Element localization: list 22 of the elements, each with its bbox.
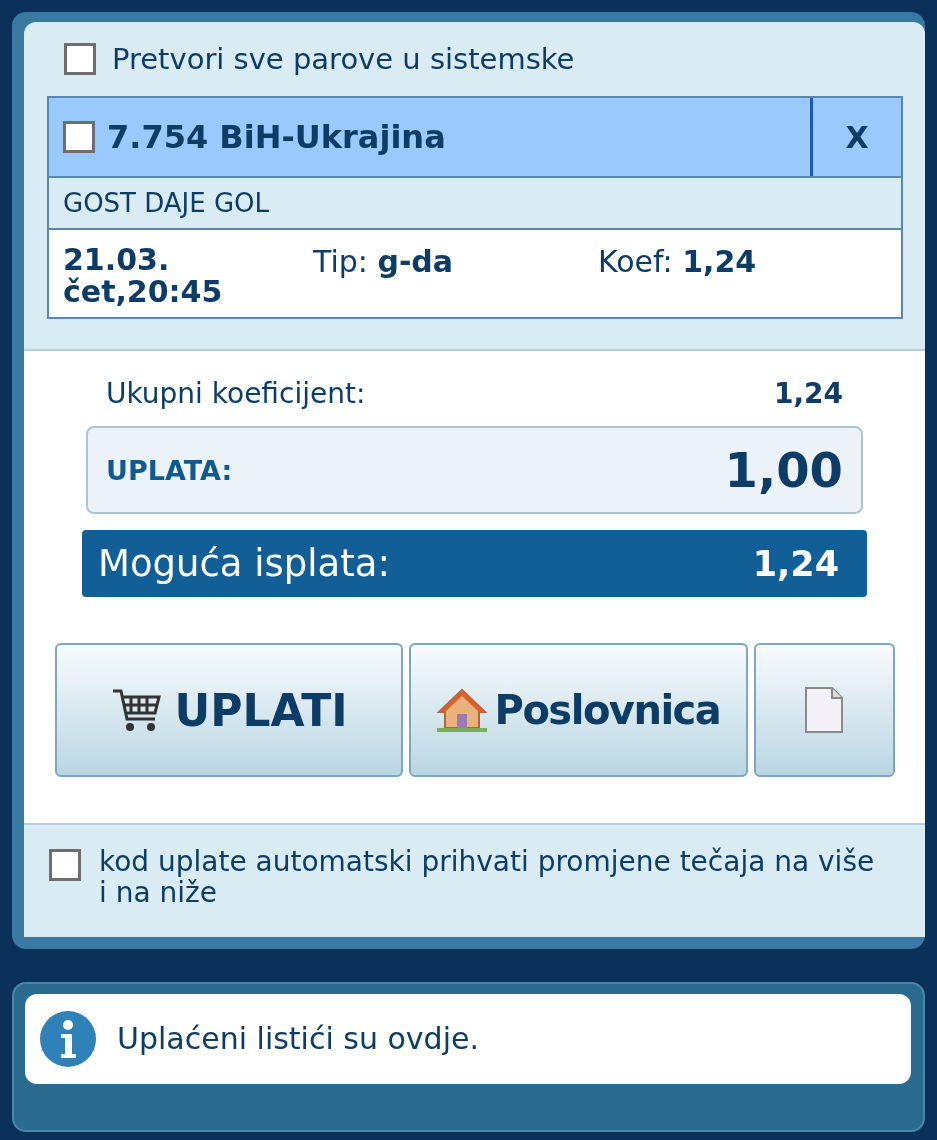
stake-input[interactable]: 1,00 [543,442,843,498]
stake-label: UPLATA: [106,454,233,486]
checkbox[interactable] [49,849,81,881]
checkbox[interactable] [63,121,95,153]
bet-type: Tip: g-da [313,244,455,279]
payout-label: Moguća isplata: [98,542,390,585]
match-date: 21.03. čet,20:45 [63,244,224,307]
document-icon [804,686,845,734]
checkbox-label: Pretvori sve parove u sistemske [112,42,575,76]
pay-button[interactable]: UPLATI [55,643,404,777]
house-icon [436,688,487,732]
checkbox[interactable] [64,43,96,75]
info-icon [39,1009,97,1068]
checkbox-label: kod uplate automatski prihvati promjene tečaja na više i na niže [99,847,876,909]
info-text: Uplaćeni listići su ovdje. [117,1021,479,1057]
total-odds-label: Ukupni koeficijent: [106,377,366,410]
match-title: 7.754 BiH-Ukrajina [107,118,446,156]
shop-button[interactable]: Poslovnica [409,643,748,777]
total-odds-value: 1,24 [773,377,843,410]
payout-value: 1,24 [752,543,839,584]
odds: Koef: 1,24 [598,244,757,279]
market-name: GOST DAJE GOL [49,178,901,230]
